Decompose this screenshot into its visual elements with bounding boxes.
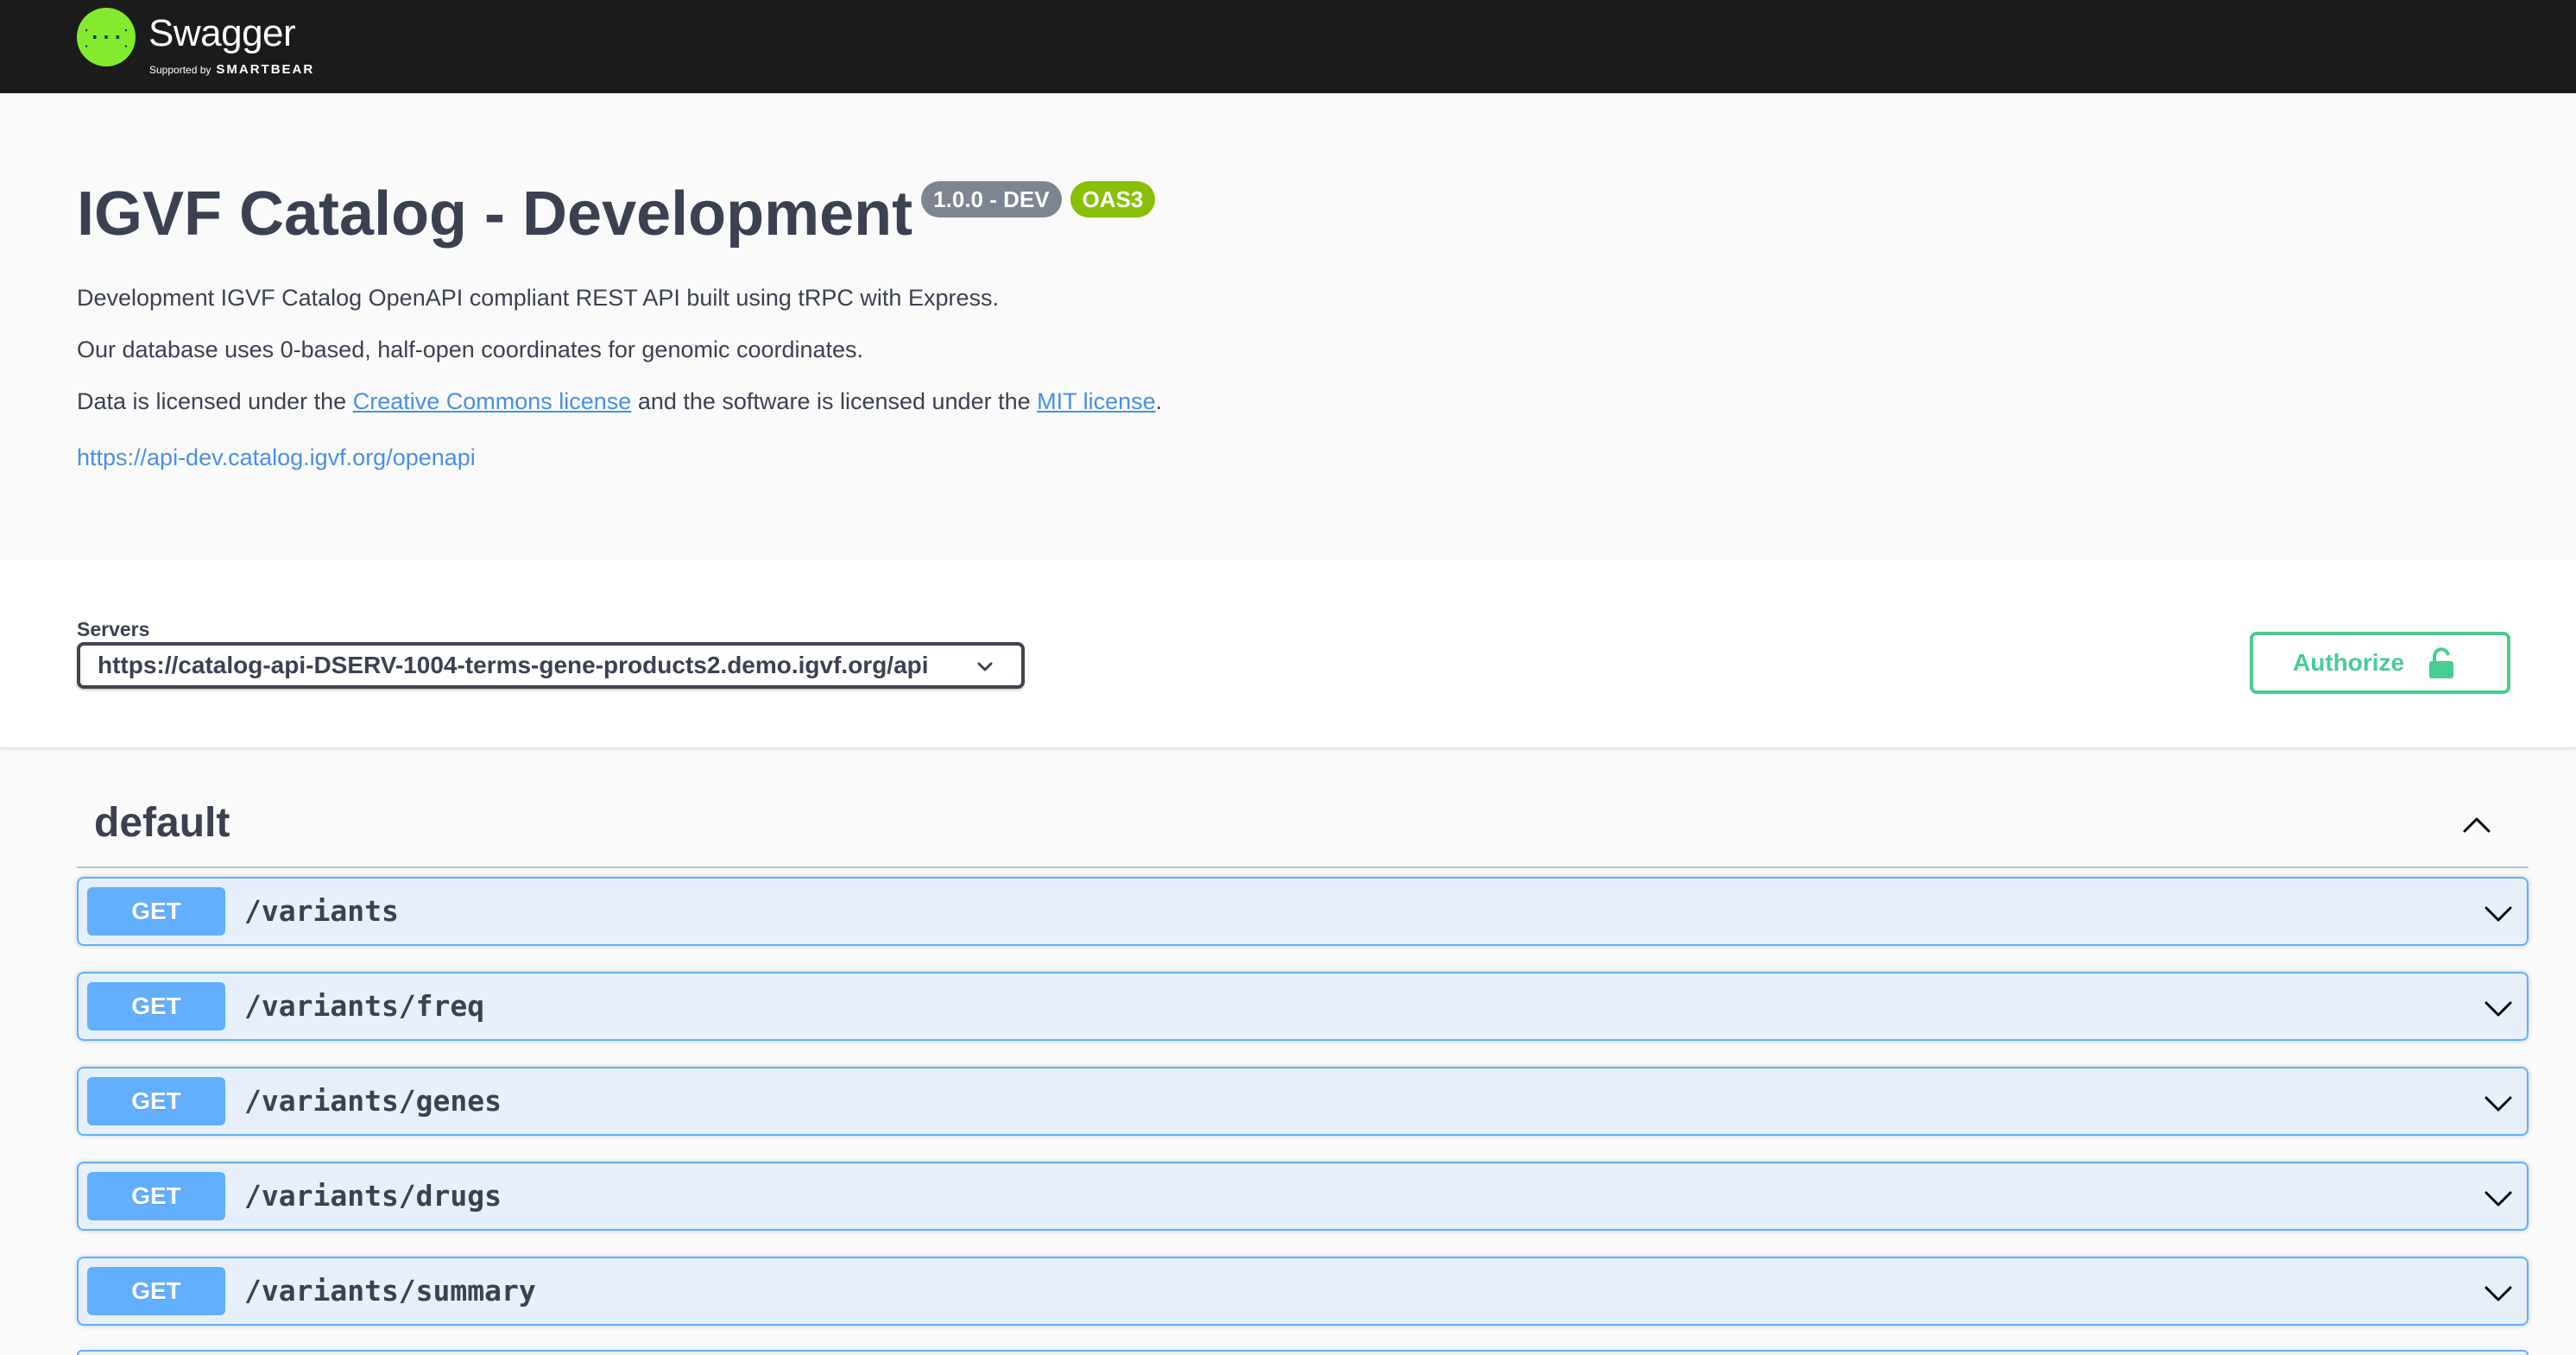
http-method-badge: GET [87,887,225,936]
creative-commons-link[interactable]: Creative Commons license [353,388,632,414]
title-row: IGVF Catalog - Development 1.0.0 - DEV O… [77,173,2408,255]
chevron-down-icon[interactable] [2482,1182,2515,1215]
scheme-container: Servers https://catalog-api-DSERV-1004-t… [0,559,2576,747]
unlock-icon [2429,647,2453,678]
chevron-down-icon[interactable] [2482,993,2515,1025]
brand-name: Swagger [148,12,296,54]
http-method-badge: GET [87,1267,225,1315]
sponsor-name: SMARTBEAR [216,62,315,77]
servers-selected-value: https://catalog-api-DSERV-1004-terms-gen… [98,652,929,678]
operation-block[interactable]: GET /variants/summary [77,1257,2529,1326]
mit-license-link[interactable]: MIT license [1037,388,1156,414]
license-text-a: Data is licensed under the [77,388,353,414]
http-method-badge: GET [87,1077,225,1125]
license-text-c: . [1155,388,1163,414]
servers-select[interactable]: https://catalog-api-DSERV-1004-terms-gen… [77,642,1025,689]
operation-path: /variants/freq [244,989,485,1023]
topbar: {···} Swagger Supported by SMARTBEAR [0,0,2576,93]
oas-badge: OAS3 [1070,181,1156,217]
chevron-down-icon[interactable] [2482,1277,2515,1310]
brand-sponsor: Supported by SMARTBEAR [149,62,314,77]
description-line-3: Data is licensed under the Creative Comm… [77,388,1162,415]
servers-label: Servers [77,618,150,640]
authorize-button[interactable]: Authorize [2250,632,2510,694]
tag-name: default [94,800,230,846]
operation-path: /variants/genes [244,1084,502,1118]
api-info: IGVF Catalog - Development 1.0.0 - DEV O… [77,173,2408,470]
operation-block[interactable]: GET /variants/genes [77,1067,2529,1136]
operation-block[interactable]: GET /variants/drugs [77,1162,2529,1231]
license-text-b: and the software is licensed under the [631,388,1038,414]
version-badge: 1.0.0 - DEV [921,181,1062,217]
operation-block[interactable]: GET /variants/freq [77,972,2529,1041]
chevron-down-icon[interactable] [2482,898,2515,930]
description-line-1: Development IGVF Catalog OpenAPI complia… [77,285,999,311]
page-title: IGVF Catalog - Development [77,180,913,249]
operation-path: /variants/summary [244,1274,536,1308]
operation-block-partial [77,1350,2529,1355]
http-method-badge: GET [87,982,225,1030]
operation-block[interactable]: GET /variants [77,877,2529,946]
swagger-logo-icon[interactable]: {···} [77,8,136,66]
supported-by-text: Supported by [149,64,212,76]
openapi-spec-link[interactable]: https://api-dev.catalog.igvf.org/openapi [77,444,476,471]
svg-text:{···}: {···} [85,28,127,49]
chevron-down-icon [977,662,993,671]
description-line-2: Our database uses 0-based, half-open coo… [77,337,864,362]
operation-path: /variants [244,894,399,928]
tag-section-header[interactable]: default [77,791,2529,868]
authorize-label: Authorize [2293,649,2405,676]
http-method-badge: GET [87,1172,225,1220]
operation-path: /variants/drugs [244,1179,502,1213]
chevron-down-icon[interactable] [2482,1087,2515,1120]
chevron-up-icon[interactable] [2459,808,2494,842]
